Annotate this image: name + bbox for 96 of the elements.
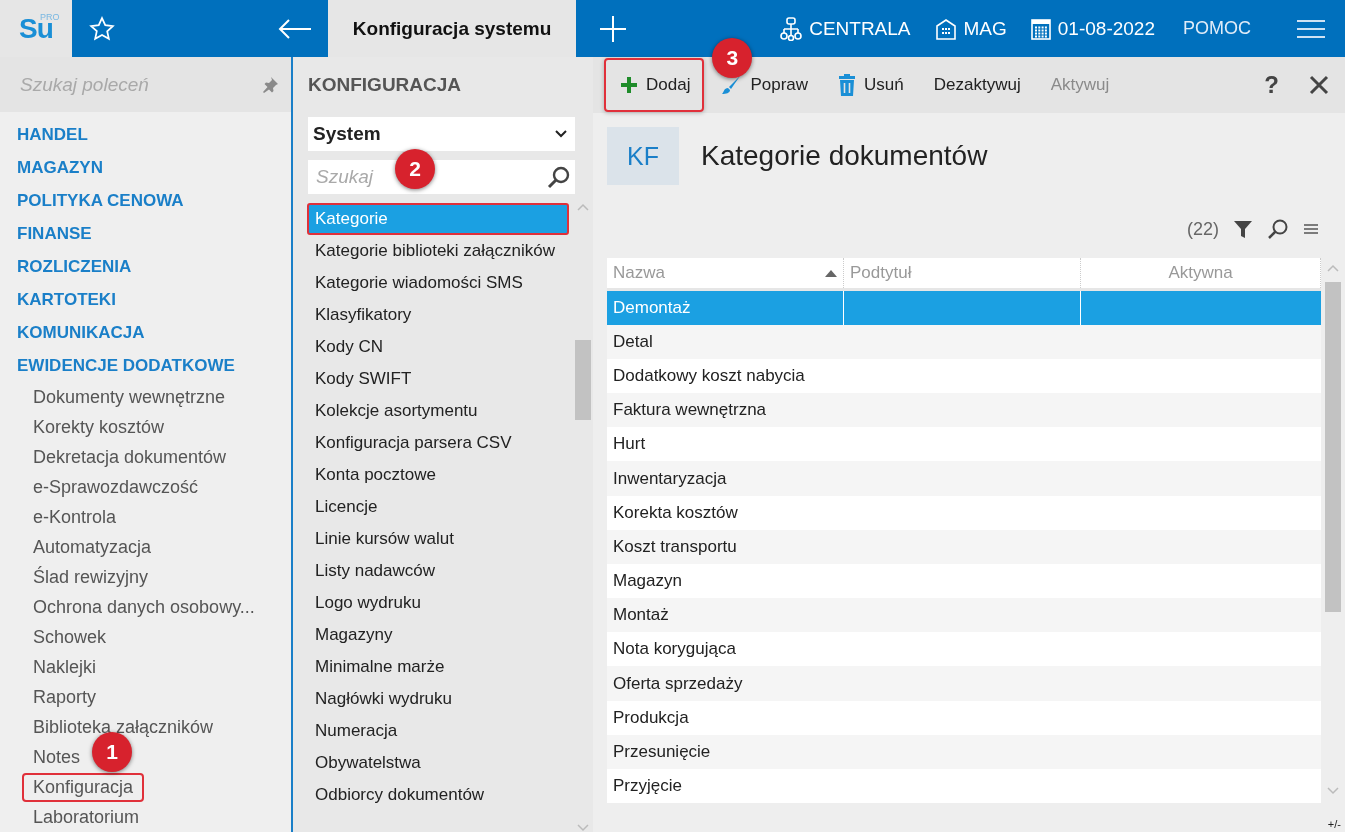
branch-label[interactable]: CENTRALA xyxy=(809,17,911,40)
sidebar-section[interactable]: EWIDENCJE DODATKOWE xyxy=(0,349,291,382)
table-cell-text: Detal xyxy=(612,330,654,353)
table-row[interactable]: Faktura wewnętrzna xyxy=(607,393,1321,428)
config-list-item[interactable]: Minimalne marże xyxy=(307,651,569,683)
sidebar-item[interactable]: e-Kontrola xyxy=(22,502,128,532)
table-cell-text: Dodatkowy koszt nabycia xyxy=(612,365,806,388)
toolbar-button[interactable]: Dezaktywuj xyxy=(917,58,1035,112)
sidebar-item[interactable]: Schowek xyxy=(22,622,118,652)
table-cell-text: Montaż xyxy=(612,604,670,627)
trash-icon xyxy=(838,74,857,96)
table-cell-text: Hurt xyxy=(612,433,647,456)
sidebar-section[interactable]: HANDEL xyxy=(0,118,291,151)
category-dropdown[interactable]: System xyxy=(308,117,575,151)
table-cell-text: Nota korygująca xyxy=(612,638,737,661)
module-badge: KF xyxy=(607,127,679,185)
sidebar-item[interactable]: e-Sprawozdawczość xyxy=(22,472,210,502)
table-cell: Demontaż xyxy=(607,290,844,325)
table-cell-text: Koszt transportu xyxy=(612,535,738,558)
sidebar-section[interactable]: ROZLICZENIA xyxy=(0,250,291,283)
config-list-item[interactable]: Kolekcje asortymentu xyxy=(307,395,569,427)
config-list-item[interactable]: Linie kursów walut xyxy=(307,523,569,555)
step-badge: 3 xyxy=(712,38,753,78)
sidebar-item[interactable]: Ochrona danych osobowy... xyxy=(22,592,266,622)
config-list-item[interactable]: Konfiguracja parsera CSV xyxy=(307,427,569,459)
table-row[interactable]: Koszt transportu xyxy=(607,529,1321,564)
expand-toggle[interactable]: +/- xyxy=(1327,818,1341,830)
config-list-item[interactable]: Kody SWIFT xyxy=(307,363,569,395)
page-title: Kategorie dokumentów xyxy=(701,140,988,172)
config-list-item[interactable]: Nagłówki wydruku xyxy=(307,683,569,715)
calendar-icon xyxy=(1030,17,1051,40)
building-icon xyxy=(934,17,957,40)
search-icon[interactable] xyxy=(1267,218,1289,240)
config-list-item[interactable]: Kategorie biblioteki załączników xyxy=(307,235,569,267)
menu-icon[interactable] xyxy=(1303,222,1319,236)
config-list-item[interactable]: Klasyfikatory xyxy=(307,299,569,331)
table-row[interactable]: Inwentaryzacja xyxy=(607,461,1321,496)
config-list-item[interactable]: Obywatelstwa xyxy=(307,747,569,779)
close-icon[interactable] xyxy=(1309,75,1329,95)
sidebar-section[interactable]: KARTOTEKI xyxy=(0,283,291,316)
search-input[interactable]: Szukaj poleceń xyxy=(18,72,261,97)
table-cell-text: Przyjęcie xyxy=(612,774,683,797)
config-list-item[interactable]: Listy nadawców xyxy=(307,555,569,587)
panel-title: KONFIGURACJA xyxy=(307,73,463,97)
chevron-down-icon xyxy=(555,130,567,138)
config-list-item[interactable]: Kody CN xyxy=(307,331,569,363)
sort-ascending-icon xyxy=(825,268,837,277)
table-row[interactable]: Przesunięcie xyxy=(607,734,1321,769)
config-list-item[interactable]: Magazyny xyxy=(307,619,569,651)
command-search-field[interactable]: Szukaj poleceń xyxy=(0,57,291,112)
table-row[interactable]: Montaż xyxy=(607,598,1321,633)
sidebar-item[interactable]: Naklejki xyxy=(22,652,108,682)
config-list-item[interactable]: Logo wydruku xyxy=(307,587,569,619)
toolbar-button[interactable]: Usuń xyxy=(822,58,918,112)
help-button[interactable]: ? xyxy=(1258,70,1285,100)
filter-icon[interactable] xyxy=(1233,219,1253,239)
step-badge: 1 xyxy=(92,732,132,772)
sidebar-section[interactable]: POLITYKA CENOWA xyxy=(0,184,291,217)
table-cell-text: Faktura wewnętrzna xyxy=(612,399,768,422)
table-row[interactable]: Oferta sprzedaży xyxy=(607,666,1321,701)
config-list-item[interactable]: Kategorie wiadomości SMS xyxy=(307,267,569,299)
help-link[interactable]: POMOC xyxy=(1183,18,1251,39)
sidebar-item[interactable]: Dokumenty wewnętrzne xyxy=(22,382,237,412)
scrollbar-thumb[interactable] xyxy=(1325,282,1341,612)
pin-icon[interactable] xyxy=(261,75,279,94)
config-list-item[interactable]: Konta pocztowe xyxy=(307,459,569,491)
table-cell-text: Produkcja xyxy=(612,706,690,729)
table-cell-text: Oferta sprzedaży xyxy=(612,672,744,695)
sidebar-item[interactable]: Automatyzacja xyxy=(22,532,163,562)
sidebar-item[interactable]: Konfiguracja xyxy=(22,772,145,802)
sidebar-item[interactable]: Dekretacja dokumentów xyxy=(22,442,238,472)
sidebar-item[interactable]: Ślad rewizyjny xyxy=(22,562,160,592)
sidebar-item[interactable]: Laboratorium xyxy=(22,802,151,832)
config-list-item[interactable]: Numeracja xyxy=(307,715,569,747)
table-row[interactable]: Detal xyxy=(607,324,1321,359)
table-cell-text: Magazyn xyxy=(612,570,683,593)
date-label[interactable]: 01-08-2022 xyxy=(1057,17,1155,40)
network-icon xyxy=(780,16,803,41)
search-icon[interactable] xyxy=(547,165,571,189)
table-cell-text: Inwentaryzacja xyxy=(612,467,728,490)
warehouse-label[interactable]: MAG xyxy=(963,17,1007,40)
sidebar-section[interactable]: MAGAZYN xyxy=(0,151,291,184)
table-cell-text: Przesunięcie xyxy=(612,740,712,763)
sidebar-item[interactable]: Raporty xyxy=(22,682,108,712)
logo: SuPRO xyxy=(0,0,72,57)
sidebar-item[interactable]: Notes xyxy=(22,742,92,772)
plus-icon xyxy=(620,76,638,94)
sidebar-item[interactable]: Korekty kosztów xyxy=(22,412,176,442)
sidebar-section[interactable]: FINANSE xyxy=(0,217,291,250)
scrollbar-thumb[interactable] xyxy=(575,340,591,420)
tab[interactable]: Konfiguracja systemu xyxy=(328,0,577,57)
sidebar-section[interactable]: KOMUNIKACJA xyxy=(0,316,291,349)
config-list-item[interactable]: Odbiorcy dokumentów xyxy=(307,779,569,811)
config-list-item[interactable]: Licencje xyxy=(307,491,569,523)
table-cell-text: Korekta kosztów xyxy=(612,501,739,524)
record-count: (22) xyxy=(1187,218,1219,240)
